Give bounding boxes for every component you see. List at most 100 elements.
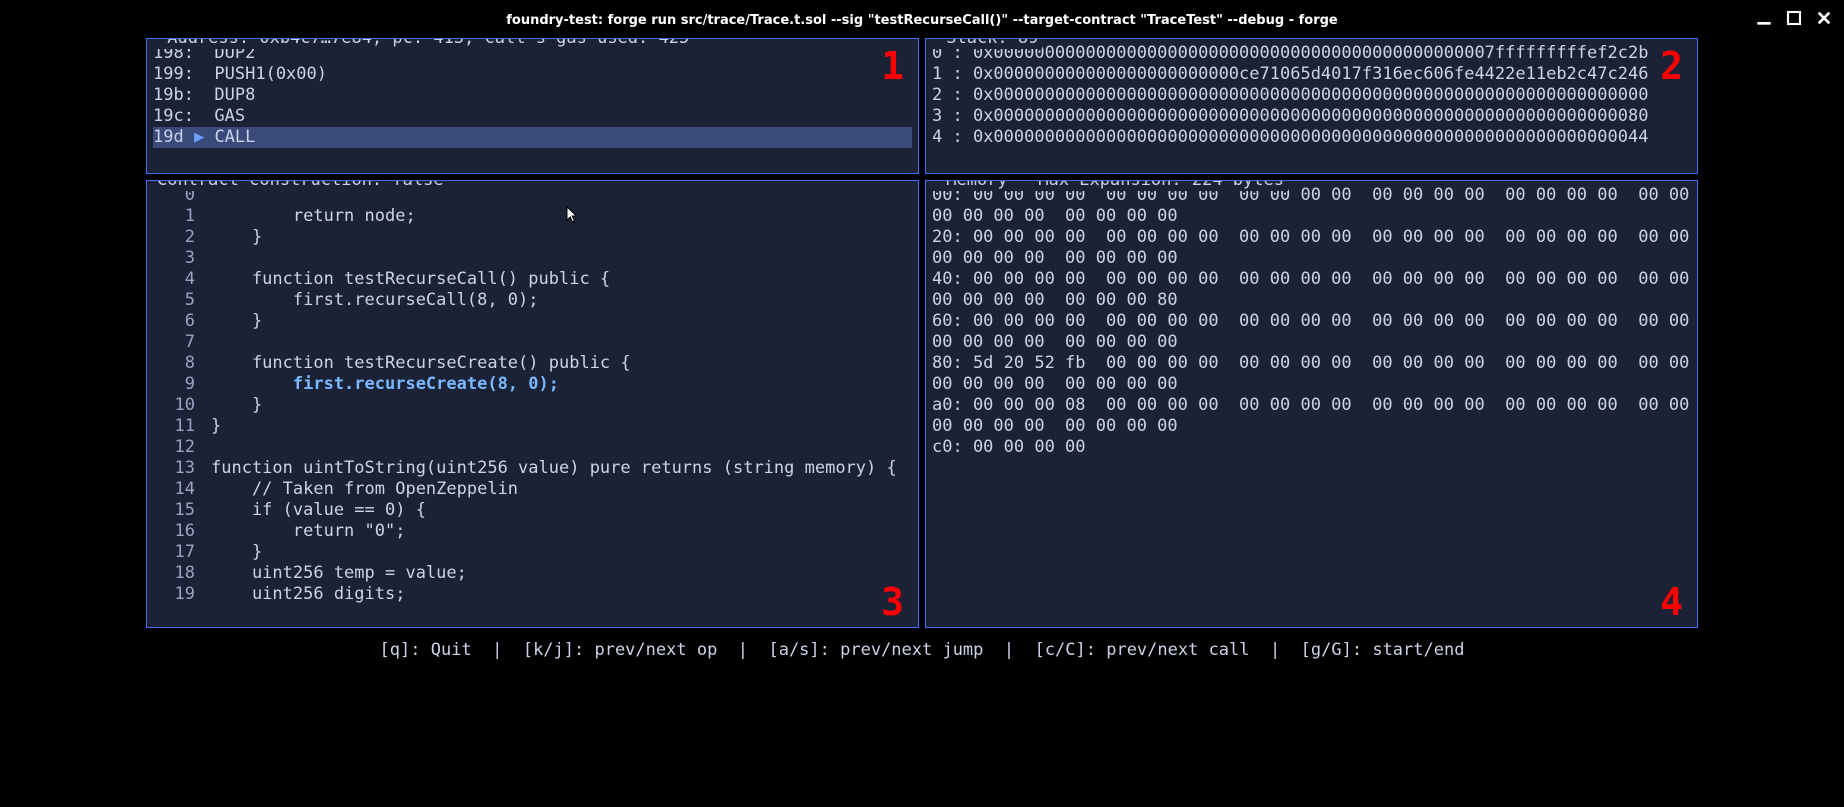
panel-number-2: 2 xyxy=(1660,47,1683,85)
memory-row: 40: 00 00 00 00 00 00 00 00 00 00 00 00 … xyxy=(932,269,1691,290)
line-number: 12 xyxy=(153,437,195,458)
panel-number-1: 1 xyxy=(881,47,904,85)
window-title: foundry-test: forge run src/trace/Trace.… xyxy=(506,10,1338,31)
line-number: 13 xyxy=(153,458,195,479)
source-row: 18 uint256 temp = value; xyxy=(153,563,912,584)
opcodes-title: Address: 0xb4c7…7e84, pc: 413, call's ga… xyxy=(153,38,693,49)
source-row: 17 } xyxy=(153,542,912,563)
source-row: 13function uintToString(uint256 value) p… xyxy=(153,458,912,479)
source-title: Contract construction: false xyxy=(153,180,448,191)
memory-panel[interactable]: Memory - Max Expansion: 224 bytes 4 00: … xyxy=(925,180,1698,628)
memory-row: 00 00 00 00 00 00 00 80 xyxy=(932,290,1691,311)
source-row: 1 return node; xyxy=(153,206,912,227)
source-text: uint256 digits; xyxy=(195,584,405,605)
stack-title: Stack: 89 xyxy=(932,38,1042,49)
memory-row: 20: 00 00 00 00 00 00 00 00 00 00 00 00 … xyxy=(932,227,1691,248)
source-row: 3 xyxy=(153,248,912,269)
source-text: } xyxy=(195,227,262,248)
source-row: 7 xyxy=(153,332,912,353)
line-number: 3 xyxy=(153,248,195,269)
source-text: function uintToString(uint256 value) pur… xyxy=(195,458,897,479)
line-number: 4 xyxy=(153,269,195,290)
stack-row: 2 : 0x0000000000000000000000000000000000… xyxy=(932,85,1691,106)
source-row: 11} xyxy=(153,416,912,437)
debugger-grid: Address: 0xb4c7…7e84, pc: 413, call's ga… xyxy=(10,38,1834,628)
pointer-icon: ▶ xyxy=(194,127,204,147)
memory-body: 00: 00 00 00 00 00 00 00 00 00 00 00 00 … xyxy=(932,185,1691,458)
source-text: uint256 temp = value; xyxy=(195,563,467,584)
source-text: return "0"; xyxy=(195,521,405,542)
source-row: 19 uint256 digits; xyxy=(153,584,912,605)
stack-row: 0 : 0x0000000000000000000000000000000000… xyxy=(932,43,1691,64)
window-controls xyxy=(1756,10,1832,26)
panel-number-3: 3 xyxy=(881,583,904,621)
source-row: 4 function testRecurseCall() public { xyxy=(153,269,912,290)
memory-row: 00 00 00 00 00 00 00 00 xyxy=(932,416,1691,437)
source-text xyxy=(195,248,211,269)
line-number: 2 xyxy=(153,227,195,248)
source-row: 10 } xyxy=(153,395,912,416)
source-row: 16 return "0"; xyxy=(153,521,912,542)
line-number: 1 xyxy=(153,206,195,227)
source-text: return node; xyxy=(195,206,416,227)
minimize-icon[interactable] xyxy=(1756,10,1772,26)
opcode-row: 19b: DUP8 xyxy=(153,85,912,106)
line-number: 18 xyxy=(153,563,195,584)
line-number: 19 xyxy=(153,584,195,605)
source-text: } xyxy=(195,311,262,332)
memory-row: a0: 00 00 00 08 00 00 00 00 00 00 00 00 … xyxy=(932,395,1691,416)
source-text: first.recurseCall(8, 0); xyxy=(195,290,539,311)
source-row: 12 xyxy=(153,437,912,458)
source-row: 9 first.recurseCreate(8, 0); xyxy=(153,374,912,395)
memory-row: 80: 5d 20 52 fb 00 00 00 00 00 00 00 00 … xyxy=(932,353,1691,374)
memory-row: 00 00 00 00 00 00 00 00 xyxy=(932,332,1691,353)
source-body: 01 return node;2 }34 function testRecurs… xyxy=(153,185,912,605)
line-number: 9 xyxy=(153,374,195,395)
memory-row: 00 00 00 00 00 00 00 00 xyxy=(932,374,1691,395)
source-row: 8 function testRecurseCreate() public { xyxy=(153,353,912,374)
line-number: 11 xyxy=(153,416,195,437)
source-row: 2 } xyxy=(153,227,912,248)
source-panel[interactable]: Contract construction: false 3 01 return… xyxy=(146,180,919,628)
source-row: 15 if (value == 0) { xyxy=(153,500,912,521)
source-text: } xyxy=(195,542,262,563)
opcode-row: 199: PUSH1(0x00) xyxy=(153,64,912,85)
line-number: 6 xyxy=(153,311,195,332)
opcodes-body: 198: DUP2199: PUSH1(0x00)19b: DUP819c: G… xyxy=(153,43,912,148)
opcode-row: 19c: GAS xyxy=(153,106,912,127)
memory-row: 00 00 00 00 00 00 00 00 xyxy=(932,248,1691,269)
line-number: 17 xyxy=(153,542,195,563)
titlebar: foundry-test: forge run src/trace/Trace.… xyxy=(10,8,1834,32)
statusbar: [q]: Quit | [k/j]: prev/next op | [a/s]:… xyxy=(10,628,1834,661)
line-number: 16 xyxy=(153,521,195,542)
stack-row: 4 : 0x0000000000000000000000000000000000… xyxy=(932,127,1691,148)
memory-title: Memory - Max Expansion: 224 bytes xyxy=(932,180,1288,191)
memory-row: 00 00 00 00 00 00 00 00 xyxy=(932,206,1691,227)
memory-row: c0: 00 00 00 00 xyxy=(932,437,1691,458)
stack-row: 1 : 0x000000000000000000000000ce71065d40… xyxy=(932,64,1691,85)
stack-body: 0 : 0x0000000000000000000000000000000000… xyxy=(932,43,1691,148)
source-row: 5 first.recurseCall(8, 0); xyxy=(153,290,912,311)
opcodes-panel[interactable]: Address: 0xb4c7…7e84, pc: 413, call's ga… xyxy=(146,38,919,174)
line-number: 15 xyxy=(153,500,195,521)
source-text: if (value == 0) { xyxy=(195,500,426,521)
source-row: 14 // Taken from OpenZeppelin xyxy=(153,479,912,500)
source-text: // Taken from OpenZeppelin xyxy=(195,479,518,500)
line-number: 10 xyxy=(153,395,195,416)
source-text: first.recurseCreate(8, 0); xyxy=(195,374,559,395)
source-text: } xyxy=(195,395,262,416)
line-number: 5 xyxy=(153,290,195,311)
source-text: } xyxy=(195,416,221,437)
panel-number-4: 4 xyxy=(1660,583,1683,621)
source-text: function testRecurseCreate() public { xyxy=(195,353,631,374)
close-icon[interactable] xyxy=(1816,10,1832,26)
source-text xyxy=(195,437,211,458)
source-text: function testRecurseCall() public { xyxy=(195,269,610,290)
maximize-icon[interactable] xyxy=(1786,10,1802,26)
stack-panel[interactable]: Stack: 89 2 0 : 0x0000000000000000000000… xyxy=(925,38,1698,174)
line-number: 14 xyxy=(153,479,195,500)
opcode-row: 19d ▶ CALL xyxy=(153,127,912,148)
source-row: 6 } xyxy=(153,311,912,332)
line-number: 8 xyxy=(153,353,195,374)
source-text xyxy=(195,332,211,353)
